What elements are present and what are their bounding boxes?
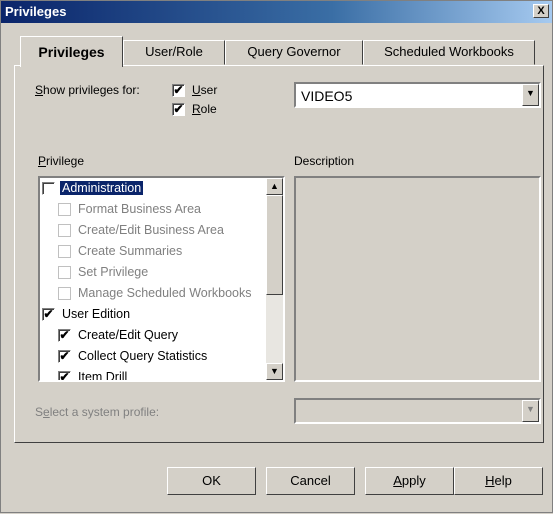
apply-button[interactable]: Apply: [365, 467, 454, 495]
privileges-dialog: Privileges X Privileges User/Role Query …: [0, 0, 553, 513]
chevron-down-icon[interactable]: ▼: [522, 84, 539, 106]
system-profile-label: Select a system profile:: [35, 405, 160, 419]
user-checkbox[interactable]: ✔: [172, 84, 185, 97]
role-checkbox-label[interactable]: Role: [192, 102, 217, 116]
privilege-checkbox[interactable]: ✔: [58, 350, 71, 363]
chevron-down-icon[interactable]: ▼: [522, 400, 539, 422]
scroll-down-icon[interactable]: ▼: [266, 363, 283, 380]
privilege-checkbox[interactable]: [58, 266, 71, 279]
user-role-combo-value: VIDEO5: [301, 88, 353, 104]
user-role-combo[interactable]: VIDEO5 ▼: [294, 82, 541, 108]
cancel-button[interactable]: Cancel: [266, 467, 355, 495]
privilege-scrollbar[interactable]: ▲ ▼: [266, 178, 283, 380]
privilege-item-label: Create/Edit Business Area: [78, 223, 224, 237]
privilege-item-label: Administration: [60, 181, 144, 195]
privilege-checkbox[interactable]: ✔: [58, 371, 71, 380]
privilege-checkbox[interactable]: [42, 182, 55, 195]
role-checkbox[interactable]: ✔: [172, 103, 185, 116]
ok-button[interactable]: OK: [167, 467, 256, 495]
privilege-label: Privilege: [38, 154, 85, 168]
privilege-item-label: Create/Edit Query: [78, 328, 179, 342]
privilege-list[interactable]: Administration Format Business Area Create…: [38, 176, 285, 382]
scroll-thumb[interactable]: [266, 195, 283, 295]
privilege-checkbox[interactable]: ✔: [58, 329, 71, 342]
privilege-item-label: Create Summaries: [78, 244, 183, 258]
help-button[interactable]: Help: [454, 467, 543, 495]
description-box: [294, 176, 541, 382]
privilege-item-label: Item Drill: [78, 370, 128, 382]
show-privileges-rest: how privileges for:: [43, 83, 140, 97]
scroll-up-icon[interactable]: ▲: [266, 178, 283, 195]
user-checkbox-label[interactable]: User: [192, 83, 217, 97]
privilege-item-label: User Edition: [62, 307, 131, 321]
privilege-checkbox[interactable]: ✔: [42, 308, 55, 321]
privilege-checkbox[interactable]: [58, 245, 71, 258]
privilege-item-label: Collect Query Statistics: [78, 349, 208, 363]
privilege-item-label: Manage Scheduled Workbooks: [78, 286, 252, 300]
privilege-checkbox[interactable]: [58, 287, 71, 300]
privilege-checkbox[interactable]: [58, 224, 71, 237]
privilege-item-label: Set Privilege: [78, 265, 149, 279]
privilege-checkbox[interactable]: [58, 203, 71, 216]
system-profile-combo[interactable]: ▼: [294, 398, 541, 424]
privilege-item-label: Format Business Area: [78, 202, 201, 216]
description-label: Description: [294, 154, 355, 168]
show-privileges-label: Show privileges for:: [35, 83, 140, 97]
